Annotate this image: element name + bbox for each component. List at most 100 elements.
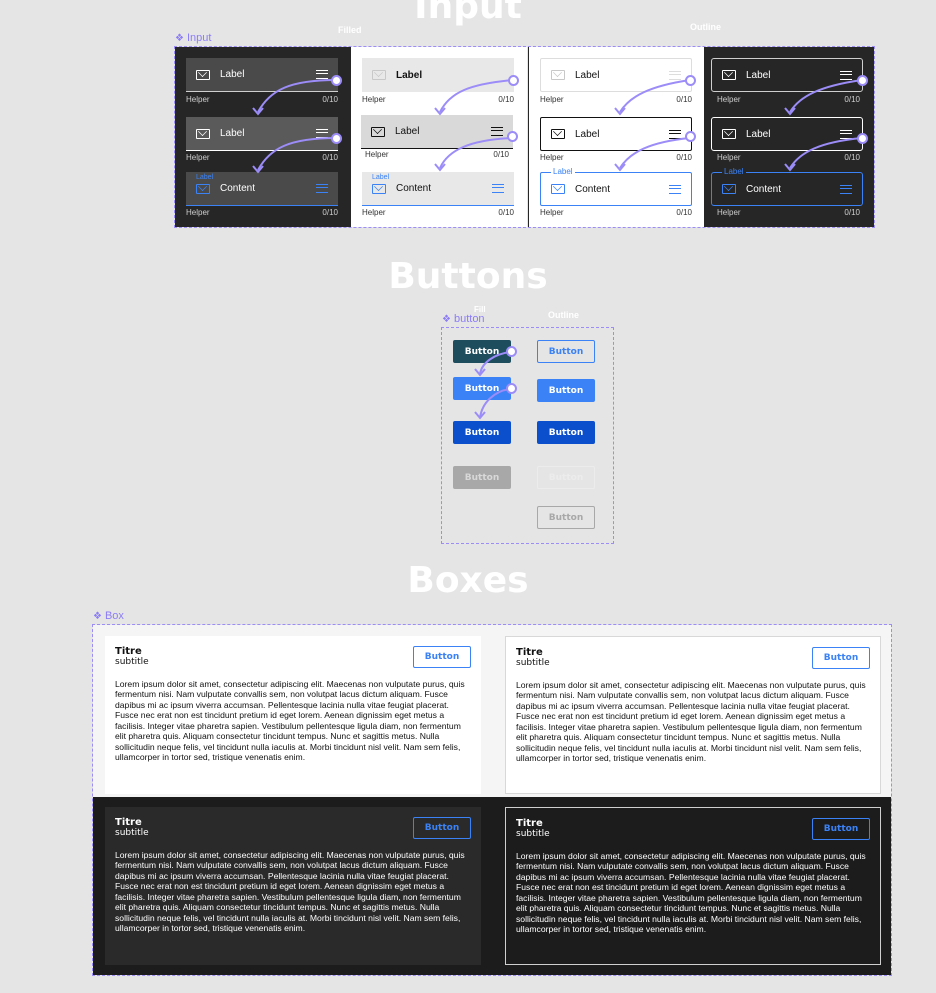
card-body: Lorem ipsum dolor sit amet, consectetur …	[516, 680, 866, 764]
field-label: Label	[575, 69, 600, 81]
menu-icon	[840, 70, 852, 80]
button-outline-disabled[interactable]: Button	[537, 506, 595, 529]
box-component-label[interactable]: ❖ Box	[93, 610, 124, 622]
input-column-filled: Filled	[338, 25, 362, 35]
box-card-light: Titre subtitle Lorem ipsum dolor sit ame…	[105, 636, 481, 794]
field-content: Content	[746, 183, 782, 195]
card-body: Lorem ipsum dolor sit amet, consectetur …	[516, 851, 866, 935]
button-outline-default[interactable]: Button	[537, 340, 595, 363]
button-fill-disabled[interactable]: Button	[453, 466, 511, 489]
menu-icon	[491, 127, 503, 136]
field-helper-row: Helper 0/10	[362, 95, 514, 104]
char-counter: 0/10	[498, 208, 514, 217]
text-field-focused[interactable]: Label Content	[540, 167, 692, 206]
prototype-connector-dot[interactable]	[857, 75, 868, 86]
card-button[interactable]: Button	[812, 647, 870, 669]
prototype-connector-dot[interactable]	[506, 383, 517, 394]
helper-text: Helper	[717, 153, 741, 162]
char-counter: 0/10	[498, 95, 514, 104]
char-counter: 0/10	[322, 153, 338, 162]
input-section-title: Input	[414, 0, 522, 27]
button-component-label[interactable]: ❖ button	[442, 313, 485, 325]
text-field-focused[interactable]: Label Content	[186, 172, 338, 206]
box-card-dark: Titre subtitle Lorem ipsum dolor sit ame…	[105, 807, 481, 965]
text-field-default[interactable]: Label	[711, 58, 863, 92]
menu-icon	[840, 184, 852, 194]
helper-text: Helper	[362, 95, 386, 104]
button-fill-pressed[interactable]: Button	[453, 421, 511, 444]
text-field-hover[interactable]: Label	[186, 117, 338, 151]
text-field-hover[interactable]: Label	[540, 117, 692, 151]
menu-icon	[316, 184, 328, 193]
floating-label: Label	[722, 167, 746, 176]
input-column-outline: Outline	[690, 22, 721, 32]
box-card-light-outline: Titre subtitle Lorem ipsum dolor sit ame…	[505, 636, 881, 794]
button-fill-hover[interactable]: Button	[453, 377, 511, 400]
card-button[interactable]: Button	[413, 817, 471, 839]
text-field-focused[interactable]: Label Content	[362, 172, 514, 206]
text-field-focused[interactable]: Label Content	[711, 167, 863, 206]
prototype-connector-dot[interactable]	[685, 131, 696, 142]
helper-text: Helper	[362, 208, 386, 217]
field-label: Label	[575, 128, 600, 140]
button-component-name: button	[453, 313, 485, 325]
mail-icon	[372, 70, 386, 80]
prototype-connector-dot[interactable]	[331, 75, 342, 86]
field-label: Label	[396, 69, 423, 81]
field-label: Label	[220, 128, 245, 139]
mail-icon	[196, 183, 210, 194]
text-field-hover[interactable]: Label	[361, 115, 513, 149]
char-counter: 0/10	[322, 95, 338, 104]
menu-icon	[492, 184, 504, 193]
field-helper-row: Helper 0/10	[717, 95, 860, 104]
field-helper-row: Helper 0/10	[365, 150, 509, 159]
buttons-section-title: Buttons	[388, 256, 548, 297]
mail-icon	[196, 69, 210, 80]
field-helper-row: Helper 0/10	[540, 95, 692, 104]
prototype-connector-dot[interactable]	[857, 133, 868, 144]
char-counter: 0/10	[844, 95, 860, 104]
box-card-dark-outline: Titre subtitle Lorem ipsum dolor sit ame…	[505, 807, 881, 965]
helper-text: Helper	[540, 208, 564, 217]
floating-label: Label	[196, 174, 214, 181]
input-panel-light-outline: Label Helper 0/10 Label Helper 0/10 Label …	[528, 47, 704, 227]
card-button[interactable]: Button	[812, 818, 870, 840]
helper-text: Helper	[717, 95, 741, 104]
helper-text: Helper	[186, 95, 210, 104]
prototype-connector-dot[interactable]	[331, 133, 342, 144]
mail-icon	[722, 70, 736, 80]
mail-icon	[722, 129, 736, 139]
field-content: Content	[220, 183, 256, 194]
button-outline-pressed[interactable]: Button	[537, 421, 595, 444]
prototype-connector-dot[interactable]	[685, 75, 696, 86]
char-counter: 0/10	[844, 153, 860, 162]
field-label: Label	[220, 69, 245, 80]
text-field-default[interactable]: Label	[362, 58, 514, 92]
mail-icon	[371, 126, 385, 137]
menu-icon	[316, 70, 328, 79]
helper-text: Helper	[186, 153, 210, 162]
prototype-connector-dot[interactable]	[508, 75, 519, 86]
button-outline-hover[interactable]: Button	[537, 379, 595, 402]
text-field-default[interactable]: Label	[540, 58, 692, 92]
text-field-default[interactable]: Label	[186, 58, 338, 92]
button-fill-default[interactable]: Button	[453, 340, 511, 363]
field-helper-row: Helper 0/10	[362, 208, 514, 217]
text-field-hover[interactable]: Label	[711, 117, 863, 151]
mail-icon	[551, 70, 565, 80]
field-label: Label	[746, 128, 771, 140]
field-label: Label	[395, 126, 420, 137]
field-label: Label	[746, 69, 771, 81]
input-component-label[interactable]: ❖ Input	[175, 32, 211, 44]
field-helper-row: Helper 0/10	[717, 153, 860, 162]
char-counter: 0/10	[676, 208, 692, 217]
helper-text: Helper	[186, 208, 210, 217]
helper-text: Helper	[540, 153, 564, 162]
card-button[interactable]: Button	[413, 646, 471, 668]
menu-icon	[669, 129, 681, 139]
boxes-section-title: Boxes	[407, 560, 529, 601]
prototype-connector-dot[interactable]	[507, 131, 518, 142]
floating-label: Label	[551, 167, 575, 176]
button-outline-disabled-light[interactable]: Button	[537, 466, 595, 489]
prototype-connector-dot[interactable]	[506, 346, 517, 357]
